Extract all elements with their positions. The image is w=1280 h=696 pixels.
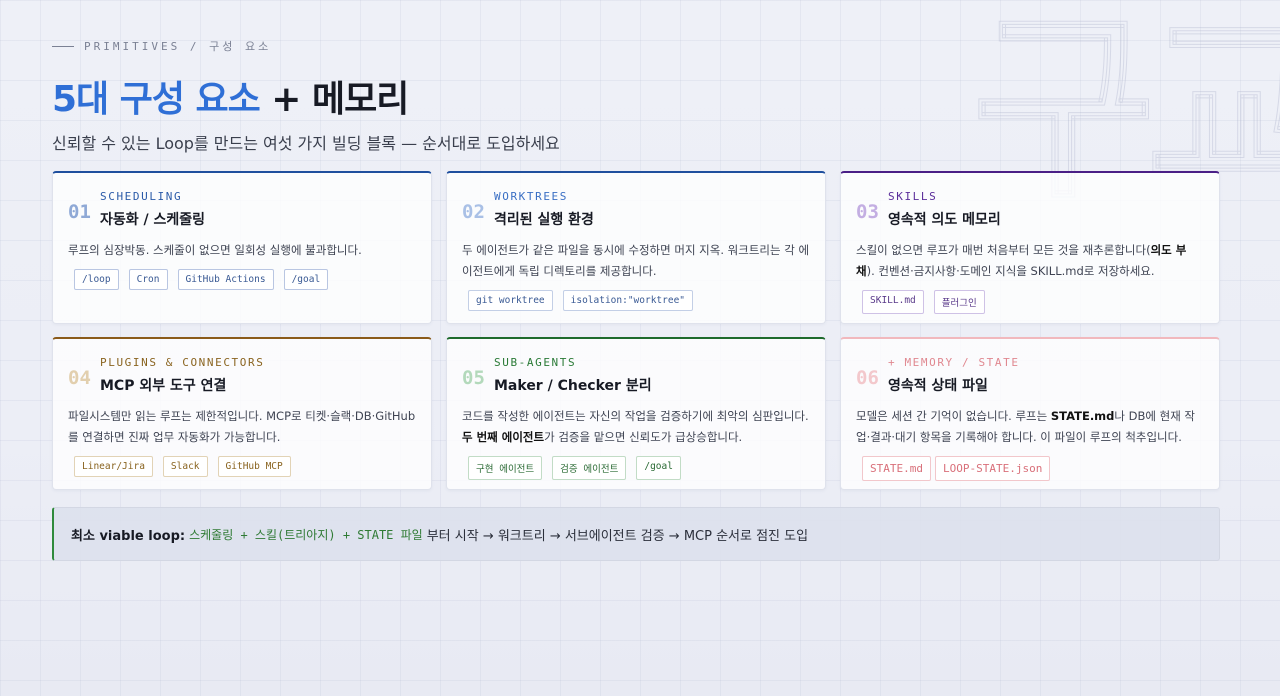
card-heading: + MEMORY / STATE 영속적 상태 파일 <box>888 356 1020 395</box>
card-header: 06 + MEMORY / STATE 영속적 상태 파일 <box>856 356 1204 395</box>
card-description: 파일시스템만 읽는 루프는 제한적입니다. MCP로 티켓·슬랙·DB·GitH… <box>68 406 416 448</box>
card-heading: WORKTREES 격리된 실행 환경 <box>494 190 594 229</box>
tag-list: /loop Cron GitHub Actions/goal <box>74 269 416 290</box>
banner-highlight: 스케줄링 + 스킬(트리아지) + STATE 파일 <box>189 527 423 542</box>
tag: GitHub Actions <box>177 269 274 290</box>
card-kicker: SKILLS <box>888 190 938 203</box>
card-header: 04 PLUGINS & CONNECTORS MCP 외부 도구 연결 <box>68 356 416 395</box>
desc-emphasis: STATE.md <box>1050 409 1115 423</box>
card-kicker: SCHEDULING <box>100 190 183 203</box>
tag: 구현 에이전트 <box>468 456 543 480</box>
card-skills: 03 SKILLS 영속적 의도 메모리 스킬이 없으면 루프가 매번 처음부터… <box>840 171 1220 324</box>
desc-text: 두 에이전트가 같은 파일을 동시에 수정하면 머지 지옥. 워크트리는 각 에… <box>462 243 810 278</box>
tag-list: git worktree isolation:"worktree" <box>468 290 810 311</box>
tag: Slack <box>162 456 208 477</box>
card-number: 03 <box>856 201 879 223</box>
desc-text: 루프의 심장박동. 스케줄이 없으면 일회성 실행에 불과합니다. <box>68 243 362 257</box>
desc-text-tail: ). 컨벤션·금지사항·도메인 지식을 SKILL.md로 저장하세요. <box>866 264 1155 278</box>
tag: LOOP-STATE.json <box>934 456 1051 481</box>
page-title: 5대 구성 요소 + 메모리 <box>52 70 409 122</box>
card-plugins: 04 PLUGINS & CONNECTORS MCP 외부 도구 연결 파일시… <box>52 337 432 490</box>
desc-emphasis: 두 번째 에이전트 <box>462 430 545 444</box>
card-heading: PLUGINS & CONNECTORS MCP 외부 도구 연결 <box>100 356 264 395</box>
tag: /loop <box>74 269 119 290</box>
summary-banner: 최소 viable loop: 스케줄링 + 스킬(트리아지) + STATE … <box>52 507 1220 561</box>
tag: /goal <box>636 456 681 480</box>
card-description: 두 에이전트가 같은 파일을 동시에 수정하면 머지 지옥. 워크트리는 각 에… <box>462 240 810 282</box>
tag-list: STATE.md LOOP-STATE.json <box>862 456 1204 481</box>
tag: Linear/Jira <box>74 456 153 477</box>
card-description: 스킬이 없으면 루프가 매번 처음부터 모든 것을 재추론합니다(의도 부채).… <box>856 240 1204 282</box>
tag: Cron <box>128 269 168 290</box>
card-title: 영속적 의도 메모리 <box>888 212 1001 228</box>
card-heading: SUB-AGENTS Maker / Checker 분리 <box>494 356 652 395</box>
desc-text: 모델은 세션 간 기억이 없습니다. 루프는 <box>856 409 1051 423</box>
desc-text: 파일시스템만 읽는 루프는 제한적입니다. MCP로 티켓·슬랙·DB·GitH… <box>68 409 416 444</box>
card-title: MCP 외부 도구 연결 <box>100 378 227 394</box>
card-header: 01 SCHEDULING 자동화 / 스케줄링 <box>68 190 416 229</box>
card-sub-agents: 05 SUB-AGENTS Maker / Checker 분리 코드를 작성한… <box>446 337 826 490</box>
card-title: 영속적 상태 파일 <box>888 378 988 394</box>
tag-list: 구현 에이전트 검증 에이전트/goal <box>468 456 810 480</box>
card-kicker: PLUGINS & CONNECTORS <box>100 356 265 369</box>
page-title-accent: 5대 구성 요소 <box>52 79 261 120</box>
card-description: 모델은 세션 간 기억이 없습니다. 루프는 STATE.md나 DB에 현재 … <box>856 406 1204 448</box>
eyebrow: PRIMITIVES / 구성 요소 <box>52 38 271 54</box>
tag: GitHub MCP <box>217 456 291 477</box>
tag: 검증 에이전트 <box>552 456 627 480</box>
card-scheduling: 01 SCHEDULING 자동화 / 스케줄링 루프의 심장박동. 스케줄이 … <box>52 171 432 324</box>
card-kicker: + MEMORY / STATE <box>888 356 1020 369</box>
card-description: 루프의 심장박동. 스케줄이 없으면 일회성 실행에 불과합니다. <box>68 240 416 261</box>
desc-text: 코드를 작성한 에이전트는 자신의 작업을 검증하기에 최악의 심판입니다. <box>462 409 809 423</box>
card-number: 01 <box>68 201 91 223</box>
primitives-grid: 01 SCHEDULING 자동화 / 스케줄링 루프의 심장박동. 스케줄이 … <box>52 171 1220 490</box>
card-description: 코드를 작성한 에이전트는 자신의 작업을 검증하기에 최악의 심판입니다. 두… <box>462 406 810 448</box>
tag-list: SKILL.md 플러그인 <box>862 290 1204 314</box>
card-memory: 06 + MEMORY / STATE 영속적 상태 파일 모델은 세션 간 기… <box>840 337 1220 490</box>
tag: 플러그인 <box>933 290 985 314</box>
page-title-rest: + 메모리 <box>259 79 409 120</box>
card-heading: SKILLS 영속적 의도 메모리 <box>888 190 1001 229</box>
card-header: 05 SUB-AGENTS Maker / Checker 분리 <box>462 356 810 395</box>
card-header: 02 WORKTREES 격리된 실행 환경 <box>462 190 810 229</box>
card-title: 격리된 실행 환경 <box>494 212 594 228</box>
desc-text-tail: 가 검증을 맡으면 신뢰도가 급상승합니다. <box>544 430 743 444</box>
card-kicker: SUB-AGENTS <box>494 356 577 369</box>
card-header: 03 SKILLS 영속적 의도 메모리 <box>856 190 1204 229</box>
card-title: 자동화 / 스케줄링 <box>100 212 206 228</box>
eyebrow-text: PRIMITIVES / 구성 요소 <box>84 40 272 53</box>
tag: isolation:"worktree" <box>562 290 694 311</box>
card-number: 04 <box>68 367 91 389</box>
tag-list: Linear/Jira Slack GitHub MCP <box>74 456 416 477</box>
card-number: 05 <box>462 367 485 389</box>
tag: STATE.md <box>862 456 931 481</box>
card-heading: SCHEDULING 자동화 / 스케줄링 <box>100 190 205 229</box>
card-number: 02 <box>462 201 485 223</box>
tag: SKILL.md <box>862 290 924 314</box>
tag: git worktree <box>468 290 553 311</box>
eyebrow-line <box>52 45 74 47</box>
page-subtitle: 신뢰할 수 있는 Loop를 만드는 여섯 가지 빌딩 블록 — 순서대로 도입… <box>52 134 560 153</box>
desc-text: 스킬이 없으면 루프가 매번 처음부터 모든 것을 재추론합니다( <box>856 243 1151 257</box>
card-title: Maker / Checker 분리 <box>494 378 652 394</box>
banner-rest: 부터 시작 → 워크트리 → 서브에이전트 검증 → MCP 순서로 점진 도입 <box>426 528 809 544</box>
card-number: 06 <box>856 367 879 389</box>
tag: /goal <box>283 269 329 290</box>
card-kicker: WORKTREES <box>494 190 569 203</box>
card-worktrees: 02 WORKTREES 격리된 실행 환경 두 에이전트가 같은 파일을 동시… <box>446 171 826 324</box>
banner-lead: 최소 viable loop: <box>71 528 186 544</box>
